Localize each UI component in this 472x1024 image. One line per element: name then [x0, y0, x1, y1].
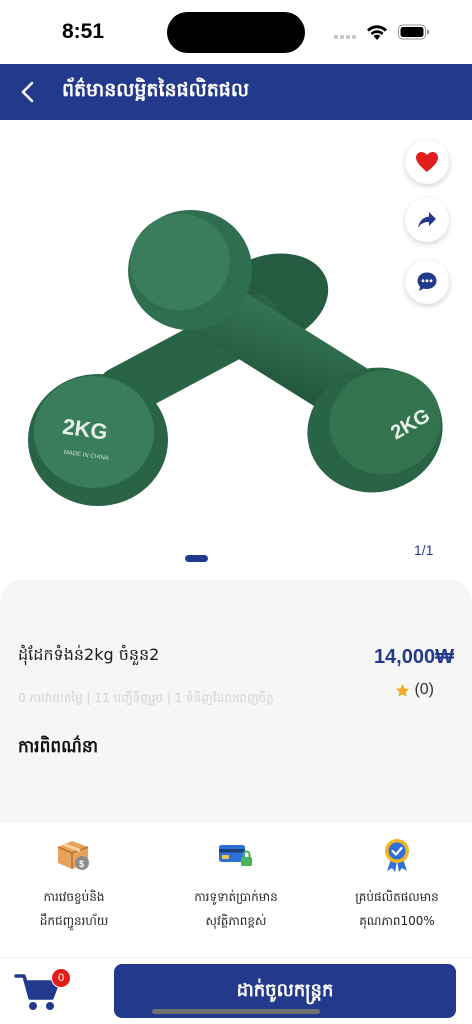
share-icon — [418, 212, 436, 228]
app-header: ព័ត៌មានលម្អិតនៃផលិតផល — [0, 64, 472, 120]
wifi-icon — [367, 25, 387, 40]
feature-quality-line1: គ្រប់ផលិតផលមាន — [355, 890, 439, 904]
shipping-box-icon: $ — [57, 841, 89, 870]
product-name: ដុំដែកទំងន់2kg ចំនួន2 — [18, 645, 160, 664]
product-rating[interactable]: (0) — [395, 681, 434, 699]
feature-payment-line2: សុវត្ថិភាពខ្ពស់ — [205, 914, 267, 928]
svg-text:$: $ — [79, 859, 84, 869]
product-stats: 0 ការវាយតម្លៃ | 11 បញ្ជីទិញរួច | 1 ទំនិញ… — [18, 691, 274, 705]
feature-shipping-line2: ដឹកជញ្ជូនរហ័យ — [39, 914, 109, 928]
favorite-button[interactable] — [405, 140, 449, 184]
share-button[interactable] — [405, 198, 449, 242]
battery-icon — [398, 24, 429, 40]
feature-shipping-line1: ការវេចខ្ចប់និង — [43, 890, 105, 904]
product-info-card: ដុំដែកទំងន់2kg ចំនួន2 14,000₩ (0) 0 ការវ… — [0, 580, 472, 823]
product-image: 2KG MADE IN CHINA 2KG — [28, 209, 443, 506]
dynamic-island — [167, 12, 305, 53]
feature-shipping: $ ការវេចខ្ចប់និង ដឹកជញ្ជូនរហ័យ — [0, 837, 149, 933]
cart-button[interactable]: 0 — [14, 966, 72, 1016]
back-button[interactable] — [8, 72, 48, 112]
secure-payment-icon — [219, 845, 252, 866]
rating-count: (0) — [414, 681, 434, 698]
star-icon — [396, 683, 410, 697]
description-title: ការពិពណ៌នា — [18, 737, 99, 757]
product-price: 14,000₩ — [373, 646, 454, 668]
home-indicator — [152, 1009, 320, 1014]
chat-icon — [417, 272, 437, 291]
gallery-dot-indicator — [185, 555, 208, 562]
gallery-page-counter: 1/1 — [414, 542, 434, 558]
bottom-action-bar: 0 ដាក់ចូលកន្ត្រក — [0, 957, 472, 1024]
feature-payment: ការទូទាត់ប្រាក់មាន សុវត្ថិភាពខ្ពស់ — [161, 837, 311, 933]
quality-badge-icon — [385, 839, 409, 872]
feature-quality-line2: គុណភាព100% — [359, 914, 435, 928]
signal-icon — [334, 35, 358, 40]
chevron-left-icon — [21, 81, 34, 103]
feature-highlights: $ ការវេចខ្ចប់និង ដឹកជញ្ជូនរហ័យ ការទូទាត់… — [0, 823, 472, 957]
product-image-gallery[interactable]: 2KG MADE IN CHINA 2KG 1/1 — [0, 120, 472, 580]
page-title: ព័ត៌មានលម្អិតនៃផលិតផល — [62, 79, 249, 101]
heart-icon — [416, 152, 438, 172]
status-bar: 8:51 — [0, 0, 472, 64]
cart-count-badge: 0 — [51, 968, 71, 988]
chat-button[interactable] — [405, 260, 449, 304]
feature-payment-line1: ការទូទាត់ប្រាក់មាន — [194, 890, 278, 904]
feature-quality: គ្រប់ផលិតផលមាន គុណភាព100% — [322, 837, 472, 933]
status-time: 8:51 — [62, 20, 105, 43]
